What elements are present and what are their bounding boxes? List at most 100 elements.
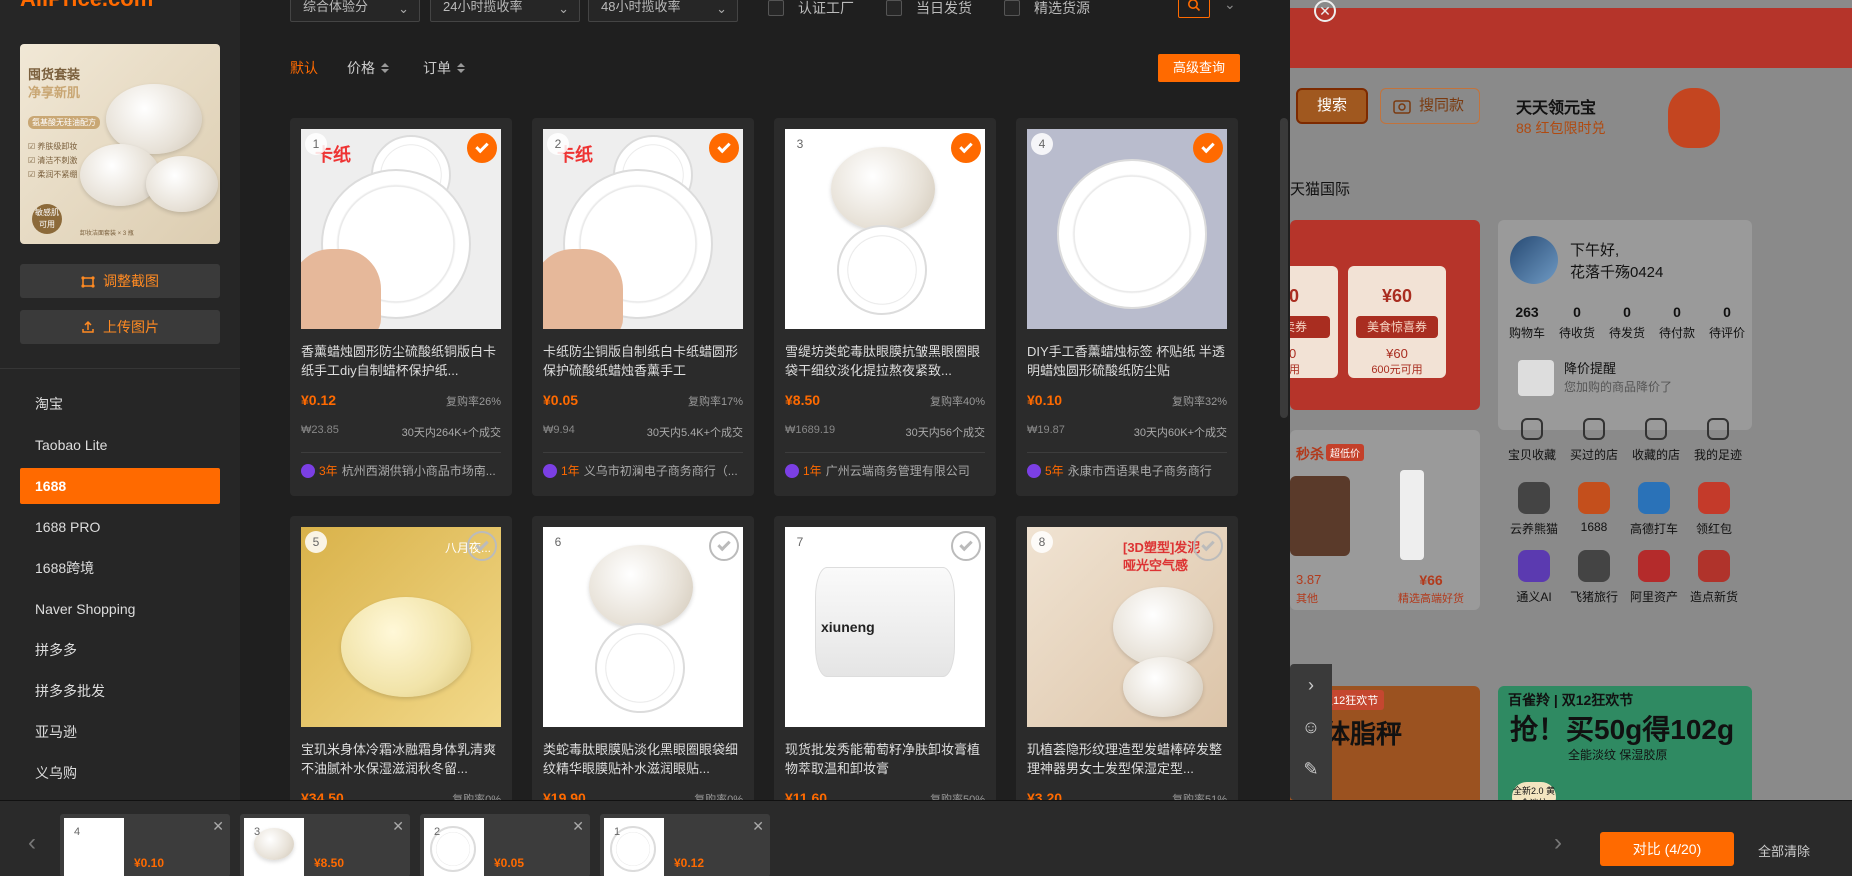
platform-1688[interactable]: 1688 [20, 468, 220, 504]
avatar[interactable] [1510, 236, 1558, 284]
product-title[interactable]: 宝玑米身体冷霜冰融霜身体乳清爽不油腻补水保湿滋润秋冬留... [301, 740, 503, 778]
tmall-international-label[interactable]: 天猫国际 [1290, 178, 1350, 199]
app-new-goods[interactable]: 造点新货 [1682, 550, 1746, 605]
compare-checkbox[interactable] [1193, 133, 1223, 163]
stat-to-review[interactable]: 0 待评价 [1702, 304, 1752, 341]
compare-checkbox[interactable] [951, 133, 981, 163]
close-icon[interactable]: ✕ [572, 818, 584, 835]
selected-source-checkbox[interactable]: 精选货源 [1004, 0, 1090, 18]
compare-checkbox[interactable] [467, 531, 497, 561]
checkbox-box[interactable] [768, 0, 784, 16]
advanced-query-button[interactable]: 高级查询 [1158, 54, 1240, 82]
price-drop-alert[interactable]: 降价提醒 您加购的商品降价了 [1518, 356, 1738, 400]
smile-icon[interactable]: ☺ [1290, 706, 1332, 748]
quick-footprints[interactable]: 我的足迹 [1686, 418, 1750, 463]
close-icon[interactable]: ✕ [212, 818, 224, 835]
app-fliggy[interactable]: 飞猪旅行 [1562, 550, 1626, 605]
product-title[interactable]: 卡纸防尘铜版自制纸白卡纸蜡圆形保护硫酸纸蜡烛香薰手工 [543, 342, 745, 380]
quick-fav-shops[interactable]: 收藏的店 [1624, 418, 1688, 463]
product-title[interactable]: 雪缇坊类蛇毒肽眼膜抗皱黑眼圈眼袋干细纹淡化提拉熬夜紧致... [785, 342, 987, 380]
product-card[interactable]: 4 DIY手工香薰蜡烛标签 杯贴纸 半透明蜡烛圆形硫酸纸防尘贴 ¥0.10 复购… [1016, 118, 1238, 496]
close-icon[interactable]: ✕ [1314, 0, 1336, 22]
rating-select[interactable]: 综合体验分 ⌄ [290, 0, 420, 22]
platform-taobao-lite[interactable]: Taobao Lite [20, 427, 220, 463]
flash-sale-panel[interactable]: 秒杀 超低价 3.87 其他 ¥66 精选高端好货 [1290, 430, 1480, 610]
checkbox-box[interactable] [1004, 0, 1020, 16]
aliprice-logo[interactable]: AliPrice.com [20, 0, 153, 12]
chevron-down-icon[interactable]: ⌄ [1224, 0, 1236, 13]
search-same-item-button[interactable]: 搜同款 [1380, 88, 1480, 124]
platform-pinduoduo[interactable]: 拼多多 [20, 632, 220, 668]
shop-name[interactable]: 义乌市初澜电子商务商行（... [584, 462, 738, 479]
coupon-card[interactable]: ¥0 外卖券 ¥0 可用 [1290, 266, 1338, 378]
chevron-right-icon[interactable]: › [1290, 664, 1332, 706]
platform-naver-shopping[interactable]: Naver Shopping [20, 591, 220, 627]
checkbox-box[interactable] [886, 0, 902, 16]
product-image[interactable]: 八月夜... 5 [301, 527, 501, 727]
sort-default[interactable]: 默认 [290, 58, 318, 78]
product-image[interactable]: [3D塑型]发泥 哑光空气感 8 [1027, 527, 1227, 727]
coupon-card[interactable]: ¥60 美食惊喜券 ¥60 600元可用 [1348, 266, 1446, 378]
chevron-left-icon[interactable]: ‹ [28, 829, 36, 857]
product-card[interactable]: 3 雪缇坊类蛇毒肽眼膜抗皱黑眼圈眼袋干细纹淡化提拉熬夜紧致... ¥8.50 复… [774, 118, 996, 496]
compare-slot[interactable]: 1 ¥0.12 ✕ [600, 814, 770, 876]
promo-subtitle[interactable]: 88 红包限时兑 [1516, 118, 1605, 138]
shop-info[interactable]: 5年 永康市西语果电子商务商行 [1027, 462, 1229, 479]
shop-name[interactable]: 广州云端商务管理有限公司 [826, 462, 970, 479]
shop-name[interactable]: 杭州西湖供销小商品市场南... [342, 462, 496, 479]
product-image[interactable]: 3 [785, 129, 985, 329]
product-card[interactable]: 6 类蛇毒肽眼膜贴淡化黑眼圈眼袋细纹精华眼膜贴补水滋润眼贴... ¥19.90 … [532, 516, 754, 806]
sort-orders[interactable]: 订单 [423, 58, 465, 78]
platform-taobao[interactable]: 淘宝 [20, 386, 220, 422]
compare-checkbox[interactable] [709, 531, 739, 561]
promo-banner[interactable]: 百雀羚 | 双12狂欢节 抢！买50g得102g 全能淡纹 保湿胶原 全新2.0… [1498, 686, 1752, 800]
platform-yiwugo[interactable]: 义乌购 [20, 755, 220, 791]
platform-1688-crossborder[interactable]: 1688跨境 [20, 550, 220, 586]
product-card[interactable]: 卡纸 2 卡纸防尘铜版自制纸白卡纸蜡圆形保护硫酸纸蜡烛香薰手工 ¥0.05 复购… [532, 118, 754, 496]
product-card[interactable]: 八月夜... 5 宝玑米身体冷霜冰融霜身体乳清爽不油腻补水保湿滋润秋冬留... … [290, 516, 512, 806]
platform-amazon[interactable]: 亚马逊 [20, 714, 220, 750]
app-panda[interactable]: 云养熊猫 [1502, 482, 1566, 537]
app-red-packet[interactable]: 领红包 [1682, 482, 1746, 537]
product-image[interactable]: xiuneng 7 [785, 527, 985, 727]
compare-slot[interactable]: 2 ¥0.05 ✕ [420, 814, 590, 876]
product-image[interactable]: 4 [1027, 129, 1227, 329]
edit-icon[interactable]: ✎ [1290, 748, 1332, 790]
results-scrollbar[interactable] [1280, 118, 1288, 418]
product-title[interactable]: 类蛇毒肽眼膜贴淡化黑眼圈眼袋细纹精华眼膜贴补水滋润眼贴... [543, 740, 745, 778]
product-image[interactable]: 卡纸 1 [301, 129, 501, 329]
same-day-ship-checkbox[interactable]: 当日发货 [886, 0, 972, 18]
compare-checkbox[interactable] [951, 531, 981, 561]
product-image[interactable]: 6 [543, 527, 743, 727]
app-tongyi-ai[interactable]: 通义AI [1502, 550, 1566, 605]
pickup-48h-select[interactable]: 48小时揽收率 ⌄ [588, 0, 738, 22]
compare-button[interactable]: 对比 (4/20) [1600, 832, 1734, 866]
product-card[interactable]: 卡纸 1 香薰蜡烛圆形防尘硫酸纸铜版白卡纸手工diy自制蜡杯保护纸... ¥0.… [290, 118, 512, 496]
app-1688[interactable]: 1688 [1562, 482, 1626, 534]
chevron-right-icon[interactable]: › [1554, 829, 1562, 857]
compare-slot[interactable]: 4 ¥0.10 ✕ [60, 814, 230, 876]
platform-pinduoduo-wholesale[interactable]: 拼多多批发 [20, 673, 220, 709]
quick-bought-shops[interactable]: 买过的店 [1562, 418, 1626, 463]
product-image[interactable]: 卡纸 2 [543, 129, 743, 329]
upload-image-button[interactable]: 上传图片 [20, 310, 220, 344]
app-ali-assets[interactable]: 阿里资产 [1622, 550, 1686, 605]
app-amap-taxi[interactable]: 高德打车 [1622, 482, 1686, 537]
sort-price[interactable]: 价格 [347, 58, 389, 78]
shop-info[interactable]: 1年 义乌市初澜电子商务商行（... [543, 462, 745, 479]
stat-cart[interactable]: 263 购物车 [1502, 304, 1552, 341]
compare-checkbox[interactable] [467, 133, 497, 163]
product-title[interactable]: 玑植荟隐形纹理造型发蜡棒碎发整理神器男女士发型保湿定型... [1027, 740, 1229, 778]
close-icon[interactable]: ✕ [752, 818, 764, 835]
stat-to-pay[interactable]: 0 待付款 [1652, 304, 1702, 341]
page-search-button[interactable]: 搜索 [1296, 88, 1368, 124]
compare-checkbox[interactable] [709, 133, 739, 163]
pickup-24h-select[interactable]: 24小时揽收率 ⌄ [430, 0, 580, 22]
shop-name[interactable]: 永康市西语果电子商务商行 [1068, 462, 1212, 479]
product-card[interactable]: xiuneng 7 现货批发秀能葡萄籽净肤卸妆膏植物萃取温和卸妆膏 ¥11.60… [774, 516, 996, 806]
quick-favorites[interactable]: 宝贝收藏 [1500, 418, 1564, 463]
compare-checkbox[interactable] [1193, 531, 1223, 561]
compare-slot[interactable]: 3 ¥8.50 ✕ [240, 814, 410, 876]
filter-search-button[interactable] [1178, 0, 1210, 18]
lucky-bag-icon[interactable] [1668, 88, 1720, 148]
